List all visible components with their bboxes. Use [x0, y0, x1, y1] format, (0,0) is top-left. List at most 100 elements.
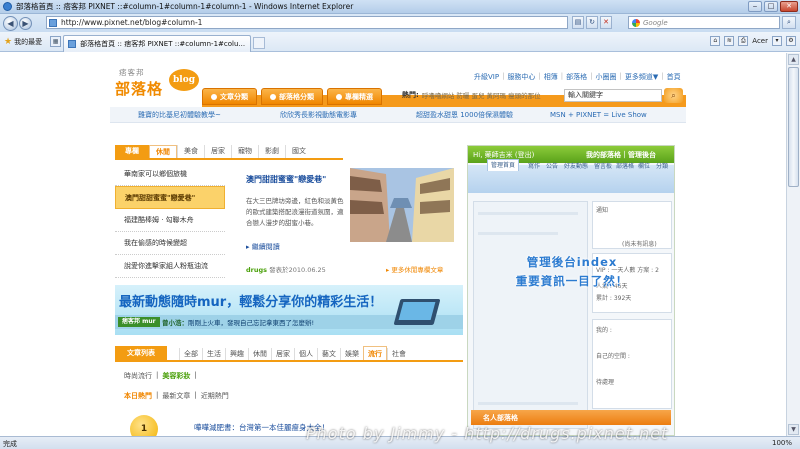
mur-banner[interactable]: 最新動態隨時mur，輕鬆分享你的精彩生活！ 痞客邦 mur 曾小浩：剛剛上火車，… — [115, 285, 463, 335]
top-link[interactable]: 相簿 — [544, 72, 558, 82]
close-icon[interactable]: ✕ — [780, 1, 798, 12]
author-link[interactable]: drugs — [246, 266, 267, 274]
link-separator: | — [538, 72, 541, 80]
google-icon — [632, 18, 640, 27]
tab-arts[interactable]: 藝文 — [317, 348, 340, 360]
top-link[interactable]: 部落格 — [566, 72, 587, 82]
admin-tab-home[interactable]: 管理首頁 — [487, 159, 520, 171]
top-link[interactable]: 升級VIP — [474, 72, 499, 82]
admin-tab[interactable]: 部落格 — [616, 161, 634, 170]
pixnet-blog-logo[interactable]: 痞客邦 部落格 blog — [115, 67, 199, 99]
stop-icon[interactable]: ✕ — [600, 16, 612, 29]
tab-drama[interactable]: 影劇 — [258, 145, 285, 158]
vertical-scrollbar[interactable]: ▲ ▼ — [786, 53, 800, 436]
keyword-search-input[interactable]: 輸入關鍵字 — [564, 89, 662, 102]
tab-personal[interactable]: 個人 — [294, 348, 317, 360]
top-link[interactable]: 服務中心 — [507, 72, 535, 82]
search-icon[interactable]: ⌕ — [782, 16, 796, 29]
minimize-icon[interactable]: ‒ — [748, 1, 762, 12]
hot-keyword-links[interactable]: 呼嚕嚕網站 防曬 蛋兒 黃阿瑪 瘦頭的那位 藝人的女孩 — [422, 90, 542, 100]
top-link[interactable]: 更多頻道▼ — [625, 72, 658, 82]
tab-home[interactable]: 居家 — [204, 145, 231, 158]
nav-tab-categories[interactable]: 文章分類 — [202, 88, 257, 105]
browser-tab[interactable]: 部落格首頁 :: 痞客邦 PIXNET ::#column-1#colu... — [63, 34, 252, 52]
admin-tab[interactable]: 分類 — [656, 161, 668, 170]
tab-column[interactable]: 專欄 — [115, 145, 149, 158]
promo-link[interactable]: 超甜盈水甜恩 1000倍保濕體驗 — [416, 110, 513, 120]
promo-link[interactable]: 欣欣秀長影視動態電影專 — [280, 110, 357, 120]
admin-tab[interactable]: 寫作 — [528, 161, 540, 170]
new-tab-button[interactable] — [253, 37, 266, 49]
scroll-up-icon[interactable]: ▲ — [788, 54, 799, 65]
tab-pets[interactable]: 寵物 — [231, 145, 258, 158]
read-more-link[interactable]: ▸ 繼續閱讀 — [246, 242, 280, 252]
quick-tabs-icon[interactable]: ▦ — [50, 36, 62, 47]
compat-view-icon[interactable]: ▤ — [572, 16, 584, 29]
print-icon[interactable]: ⎙ — [738, 36, 749, 46]
keyword-search-icon[interactable]: ⌕ — [664, 88, 683, 103]
featured-photo[interactable] — [350, 168, 454, 242]
my-blog-links[interactable]: 我的部落格｜管理後台 — [586, 150, 656, 160]
favorites-button[interactable]: 我的最愛 — [14, 37, 42, 47]
list-item-selected[interactable]: 澳門甜甜蜜蜜"戀愛巷" — [115, 186, 225, 209]
address-url[interactable]: http://www.pixnet.net/blog#column-1 — [61, 18, 202, 27]
address-bar[interactable]: http://www.pixnet.net/blog#column-1 — [46, 16, 568, 29]
search-placeholder: Google — [643, 18, 668, 27]
promo-row: 雞寶的比基尼初體驗教學~ 欣欣秀長影視動態電影專 超甜盈水甜恩 1000倍保濕體… — [110, 107, 686, 123]
sort-today-hot[interactable]: 本日熱門 — [124, 391, 152, 401]
banner-ticker-text: 曾小浩：剛剛上火車，發現自己忘記拿東西了怎麼辦! — [162, 319, 315, 327]
tab-leisure[interactable]: 休閒 — [149, 145, 177, 158]
back-icon[interactable]: ◀ — [3, 15, 18, 31]
tab-life[interactable]: 生活 — [202, 348, 225, 360]
tab-leisure[interactable]: 休閒 — [248, 348, 271, 360]
more-articles-link[interactable]: ▸ 更多休閒專欄文章 — [386, 264, 443, 274]
tab-chinese[interactable]: 國文 — [285, 145, 312, 158]
photo-watermark: Photo by Jimmy - http://drugs.pixnet.net — [306, 424, 669, 443]
list-item[interactable]: 福建酷棒姆 · 勾聯木舟 — [115, 209, 225, 232]
sort-latest[interactable]: 最新文章 — [162, 391, 190, 401]
tab-society[interactable]: 社會 — [387, 348, 410, 360]
account-label[interactable]: Acer — [752, 37, 768, 45]
forward-icon[interactable]: ▶ — [19, 16, 32, 30]
admin-tab[interactable]: 欄位 — [638, 161, 650, 170]
list-item[interactable]: 說愛你進擊家組人粉瓶油流 — [115, 255, 225, 278]
tab-all[interactable]: 全部 — [179, 348, 202, 360]
featured-title[interactable]: 澳門甜甜蜜蜜"戀愛巷" — [246, 174, 326, 185]
subtab-fashion[interactable]: 時尚流行 — [124, 371, 152, 381]
admin-tab[interactable]: 留言板 — [594, 161, 612, 170]
feeds-icon[interactable]: ≋ — [724, 36, 735, 46]
admin-tab[interactable]: 好友動態 — [564, 161, 588, 170]
promo-link[interactable]: 雞寶的比基尼初體驗教學~ — [138, 110, 221, 120]
promo-link[interactable]: MSN + PIXNET = Live Show — [550, 111, 647, 119]
logo-small-text: 痞客邦 — [119, 68, 145, 77]
top-link[interactable]: 首頁 — [667, 72, 681, 82]
tab-fashion[interactable]: 流行 — [363, 346, 387, 360]
bullet-icon — [336, 93, 342, 100]
subtab-beauty[interactable]: 美容彩妝 — [162, 371, 190, 381]
nav-tab-featured[interactable]: 專欄精選 — [327, 88, 382, 105]
list-item[interactable]: 我在偷感的時候變超 — [115, 232, 225, 255]
refresh-icon[interactable]: ↻ — [586, 16, 598, 29]
sort-recent-hot[interactable]: 近期熱門 — [201, 391, 229, 401]
famous-blogs-header[interactable]: 名人部落格 — [471, 410, 671, 425]
list-item[interactable]: 華南家可以鄉個旅機 — [115, 163, 225, 186]
top-link[interactable]: 小圈圈 — [596, 72, 617, 82]
maximize-icon[interactable]: □ — [764, 1, 778, 12]
page-menu-icon[interactable]: ▾ — [772, 36, 782, 46]
search-input[interactable]: Google — [628, 16, 780, 29]
tools-icon[interactable]: ⚙ — [786, 36, 796, 46]
home-icon[interactable]: ⌂ — [710, 36, 721, 46]
admin-summary: 通知 (尚未有訊息) VIP : 一天人數 方案 : 2 人氣 : 46天 累計… — [592, 201, 672, 429]
zoom-level[interactable]: 100% — [772, 439, 792, 447]
admin-tab[interactable]: 公告 — [546, 161, 558, 170]
tab-entertainment[interactable]: 娛樂 — [340, 348, 363, 360]
scroll-thumb[interactable] — [788, 67, 799, 187]
pending-label: 待處理 — [596, 379, 615, 386]
tab-hobby[interactable]: 興趣 — [225, 348, 248, 360]
notice-empty: (尚未有訊息) — [622, 241, 657, 248]
scroll-down-icon[interactable]: ▼ — [788, 424, 799, 435]
favorites-star-icon[interactable]: ★ — [4, 37, 12, 47]
nav-tab-blog-categories[interactable]: 部落格分類 — [261, 88, 323, 105]
tab-food[interactable]: 美食 — [177, 145, 204, 158]
tab-home[interactable]: 居家 — [271, 348, 294, 360]
